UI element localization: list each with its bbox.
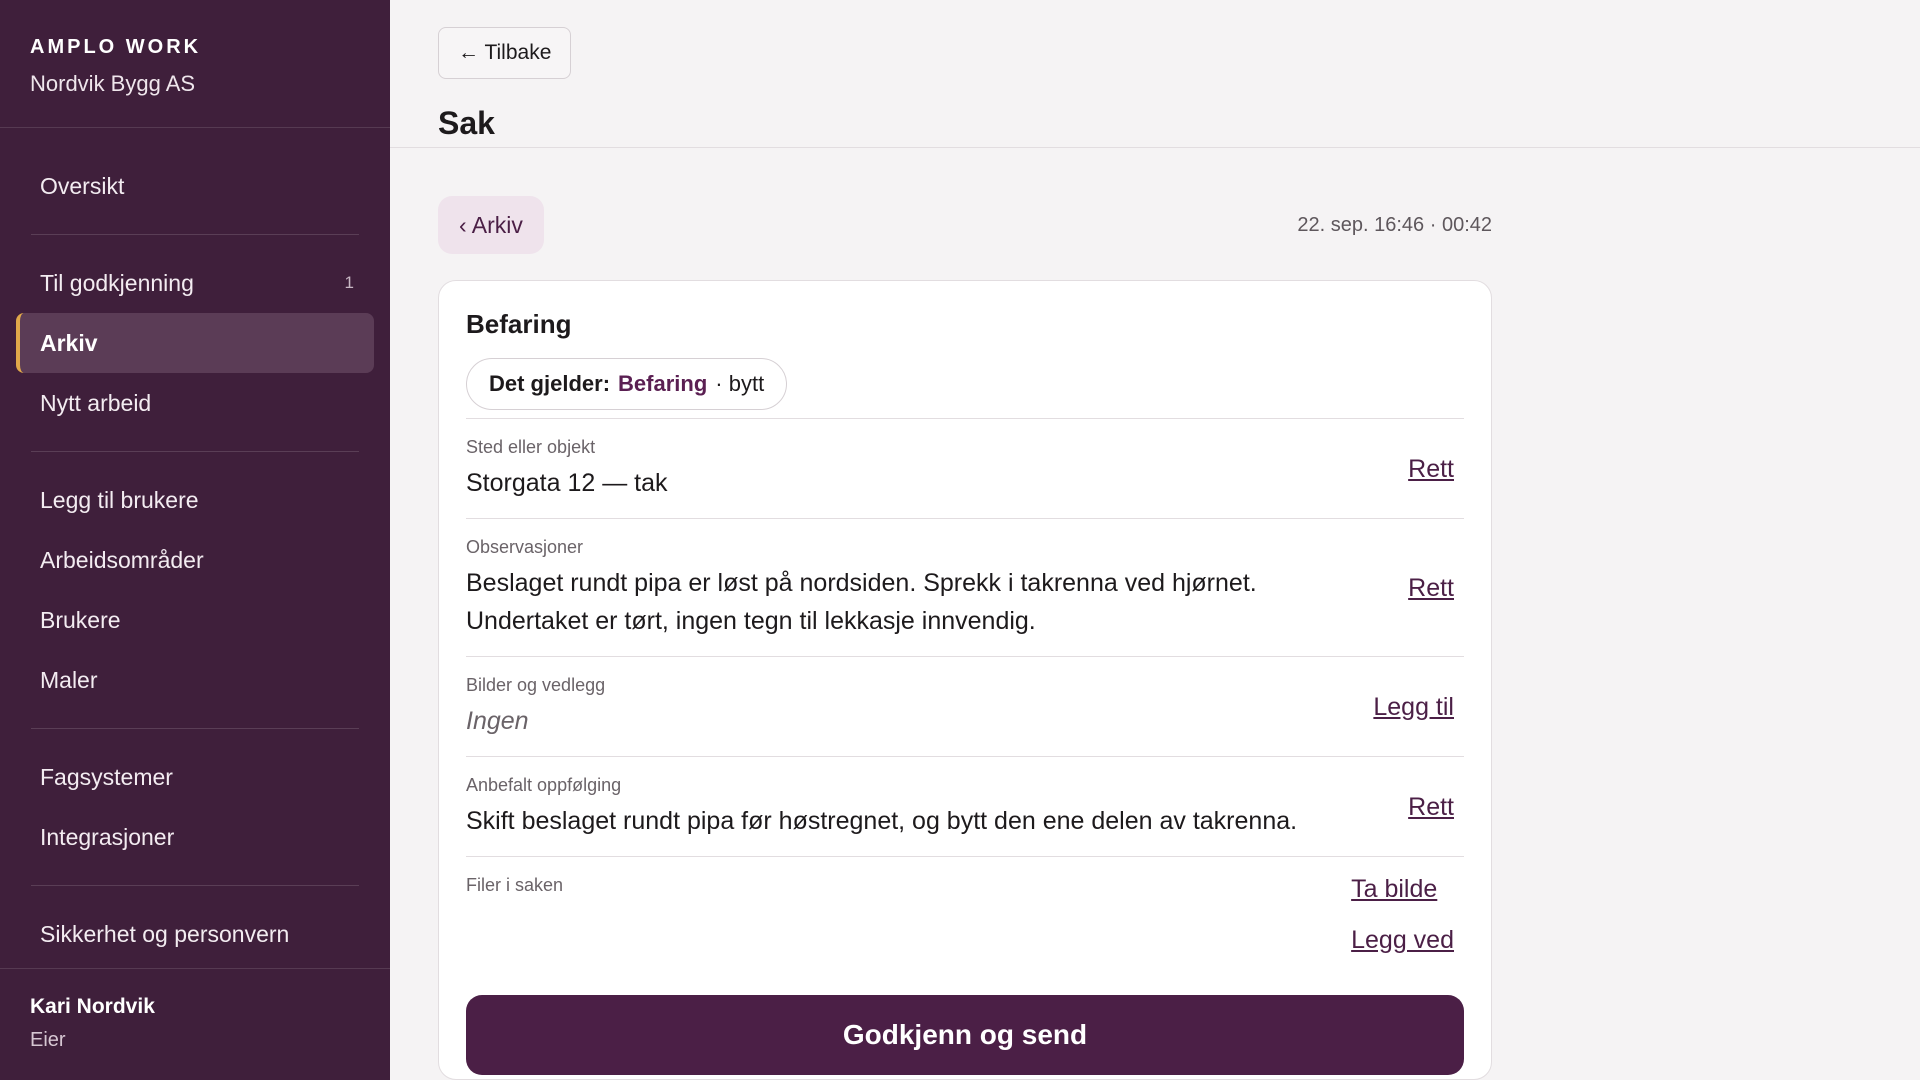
nav-item-add-users[interactable]: Legg til brukere: [16, 470, 374, 530]
field-observations: Observasjoner Beslaget rundt pipa er løs…: [466, 518, 1464, 656]
field-label: Anbefalt oppfølging: [466, 775, 622, 795]
nav-divider: [31, 234, 359, 235]
case-content: ‹ Arkiv 22. sep. 16:46 · 00:42 Befaring …: [390, 148, 1540, 1080]
edit-observations-link[interactable]: Rett: [1408, 574, 1454, 603]
nav-item-archive[interactable]: Arkiv: [16, 313, 374, 373]
nav-item-security[interactable]: Sikkerhet og personvern: [16, 904, 374, 964]
case-type-chip[interactable]: Det gjelder: Befaring · bytt: [466, 358, 788, 410]
file-actions: Ta bilde Legg ved: [1351, 875, 1454, 955]
nav-item-label: Integrasjoner: [40, 823, 175, 850]
nav-item-label: Sikkerhet og personvern: [40, 920, 290, 947]
field-label: Sted eller objekt: [466, 437, 596, 457]
brand-block: AMPLO WORK Nordvik Bygg AS: [0, 0, 390, 128]
nav-item-label: Fagsystemer: [40, 763, 173, 790]
current-user[interactable]: Kari Nordvik Eier: [0, 968, 390, 1080]
approve-and-send-button[interactable]: Godkjenn og send: [466, 995, 1464, 1075]
nav-item-label: Legg til brukere: [40, 486, 199, 513]
attach-file-link[interactable]: Legg ved: [1351, 926, 1454, 955]
field-value: Beslaget rundt pipa er løst på nordsiden…: [466, 569, 1257, 635]
archive-breadcrumb-button[interactable]: ‹ Arkiv: [438, 196, 544, 254]
nav-divider: [31, 728, 359, 729]
field-label: Bilder og vedlegg: [466, 675, 606, 695]
case-timestamp: 22. sep. 16:46 · 00:42: [1297, 213, 1492, 236]
field-location: Sted eller objekt Storgata 12 — tak Rett: [466, 418, 1464, 518]
nav-item-systems[interactable]: Fagsystemer: [16, 747, 374, 807]
nav-item-new-work[interactable]: Nytt arbeid: [16, 373, 374, 433]
nav-item-templates[interactable]: Maler: [16, 650, 374, 710]
field-value: Ingen: [466, 707, 529, 735]
nav-item-approval[interactable]: Til godkjenning 1: [16, 253, 374, 313]
page-header: ← Tilbake Sak: [390, 0, 1920, 148]
nav-item-label: Maler: [40, 666, 98, 693]
case-toolbar: ‹ Arkiv 22. sep. 16:46 · 00:42: [438, 196, 1492, 254]
field-label: Filer i saken: [466, 875, 564, 895]
user-role: Eier: [30, 1029, 66, 1051]
nav-item-integrations[interactable]: Integrasjoner: [16, 807, 374, 867]
field-files: Filer i saken Ta bilde Legg ved: [466, 856, 1464, 995]
sidebar: AMPLO WORK Nordvik Bygg AS Oversikt Til …: [0, 0, 390, 1080]
case-card: Befaring Det gjelder: Befaring · bytt St…: [438, 280, 1492, 1080]
case-title: Befaring: [466, 309, 572, 339]
nav-item-label: Arbeidsområder: [40, 546, 204, 573]
page-title: Sak: [438, 105, 495, 141]
back-button[interactable]: ← Tilbake: [438, 27, 572, 79]
edit-followup-link[interactable]: Rett: [1408, 793, 1454, 822]
nav-item-label: Til godkjenning: [40, 269, 194, 296]
field-value: Skift beslaget rundt pipa før høstregnet…: [466, 807, 1298, 835]
edit-location-link[interactable]: Rett: [1408, 455, 1454, 484]
field-followup: Anbefalt oppfølging Skift beslaget rundt…: [466, 756, 1464, 856]
field-attachments: Bilder og vedlegg Ingen Legg til: [466, 656, 1464, 756]
chip-label: Det gjelder:: [489, 371, 611, 396]
add-attachment-link[interactable]: Legg til: [1373, 693, 1454, 722]
nav-divider: [31, 451, 359, 452]
take-photo-link[interactable]: Ta bilde: [1351, 875, 1437, 904]
organization-name: Nordvik Bygg AS: [30, 71, 196, 96]
nav-item-label: Arkiv: [40, 329, 98, 356]
nav-divider: [31, 885, 359, 886]
main-nav: Oversikt Til godkjenning 1 Arkiv Nytt ar…: [0, 128, 390, 968]
main-area: ← Tilbake Sak ‹ Arkiv 22. sep. 16:46 · 0…: [390, 0, 1920, 1080]
chip-value: Befaring: [618, 371, 708, 396]
nav-item-users[interactable]: Brukere: [16, 590, 374, 650]
nav-item-label: Nytt arbeid: [40, 389, 152, 416]
nav-item-overview[interactable]: Oversikt: [16, 156, 374, 216]
chip-change-action: · bytt: [715, 371, 765, 396]
nav-item-label: Brukere: [40, 606, 121, 633]
brand-name: AMPLO WORK: [30, 36, 202, 58]
nav-item-label: Oversikt: [40, 172, 125, 199]
user-name: Kari Nordvik: [30, 995, 155, 1018]
field-value: Storgata 12 — tak: [466, 469, 668, 497]
approval-count-badge: 1: [344, 273, 354, 292]
field-label: Observasjoner: [466, 537, 584, 557]
nav-item-work-areas[interactable]: Arbeidsområder: [16, 530, 374, 590]
